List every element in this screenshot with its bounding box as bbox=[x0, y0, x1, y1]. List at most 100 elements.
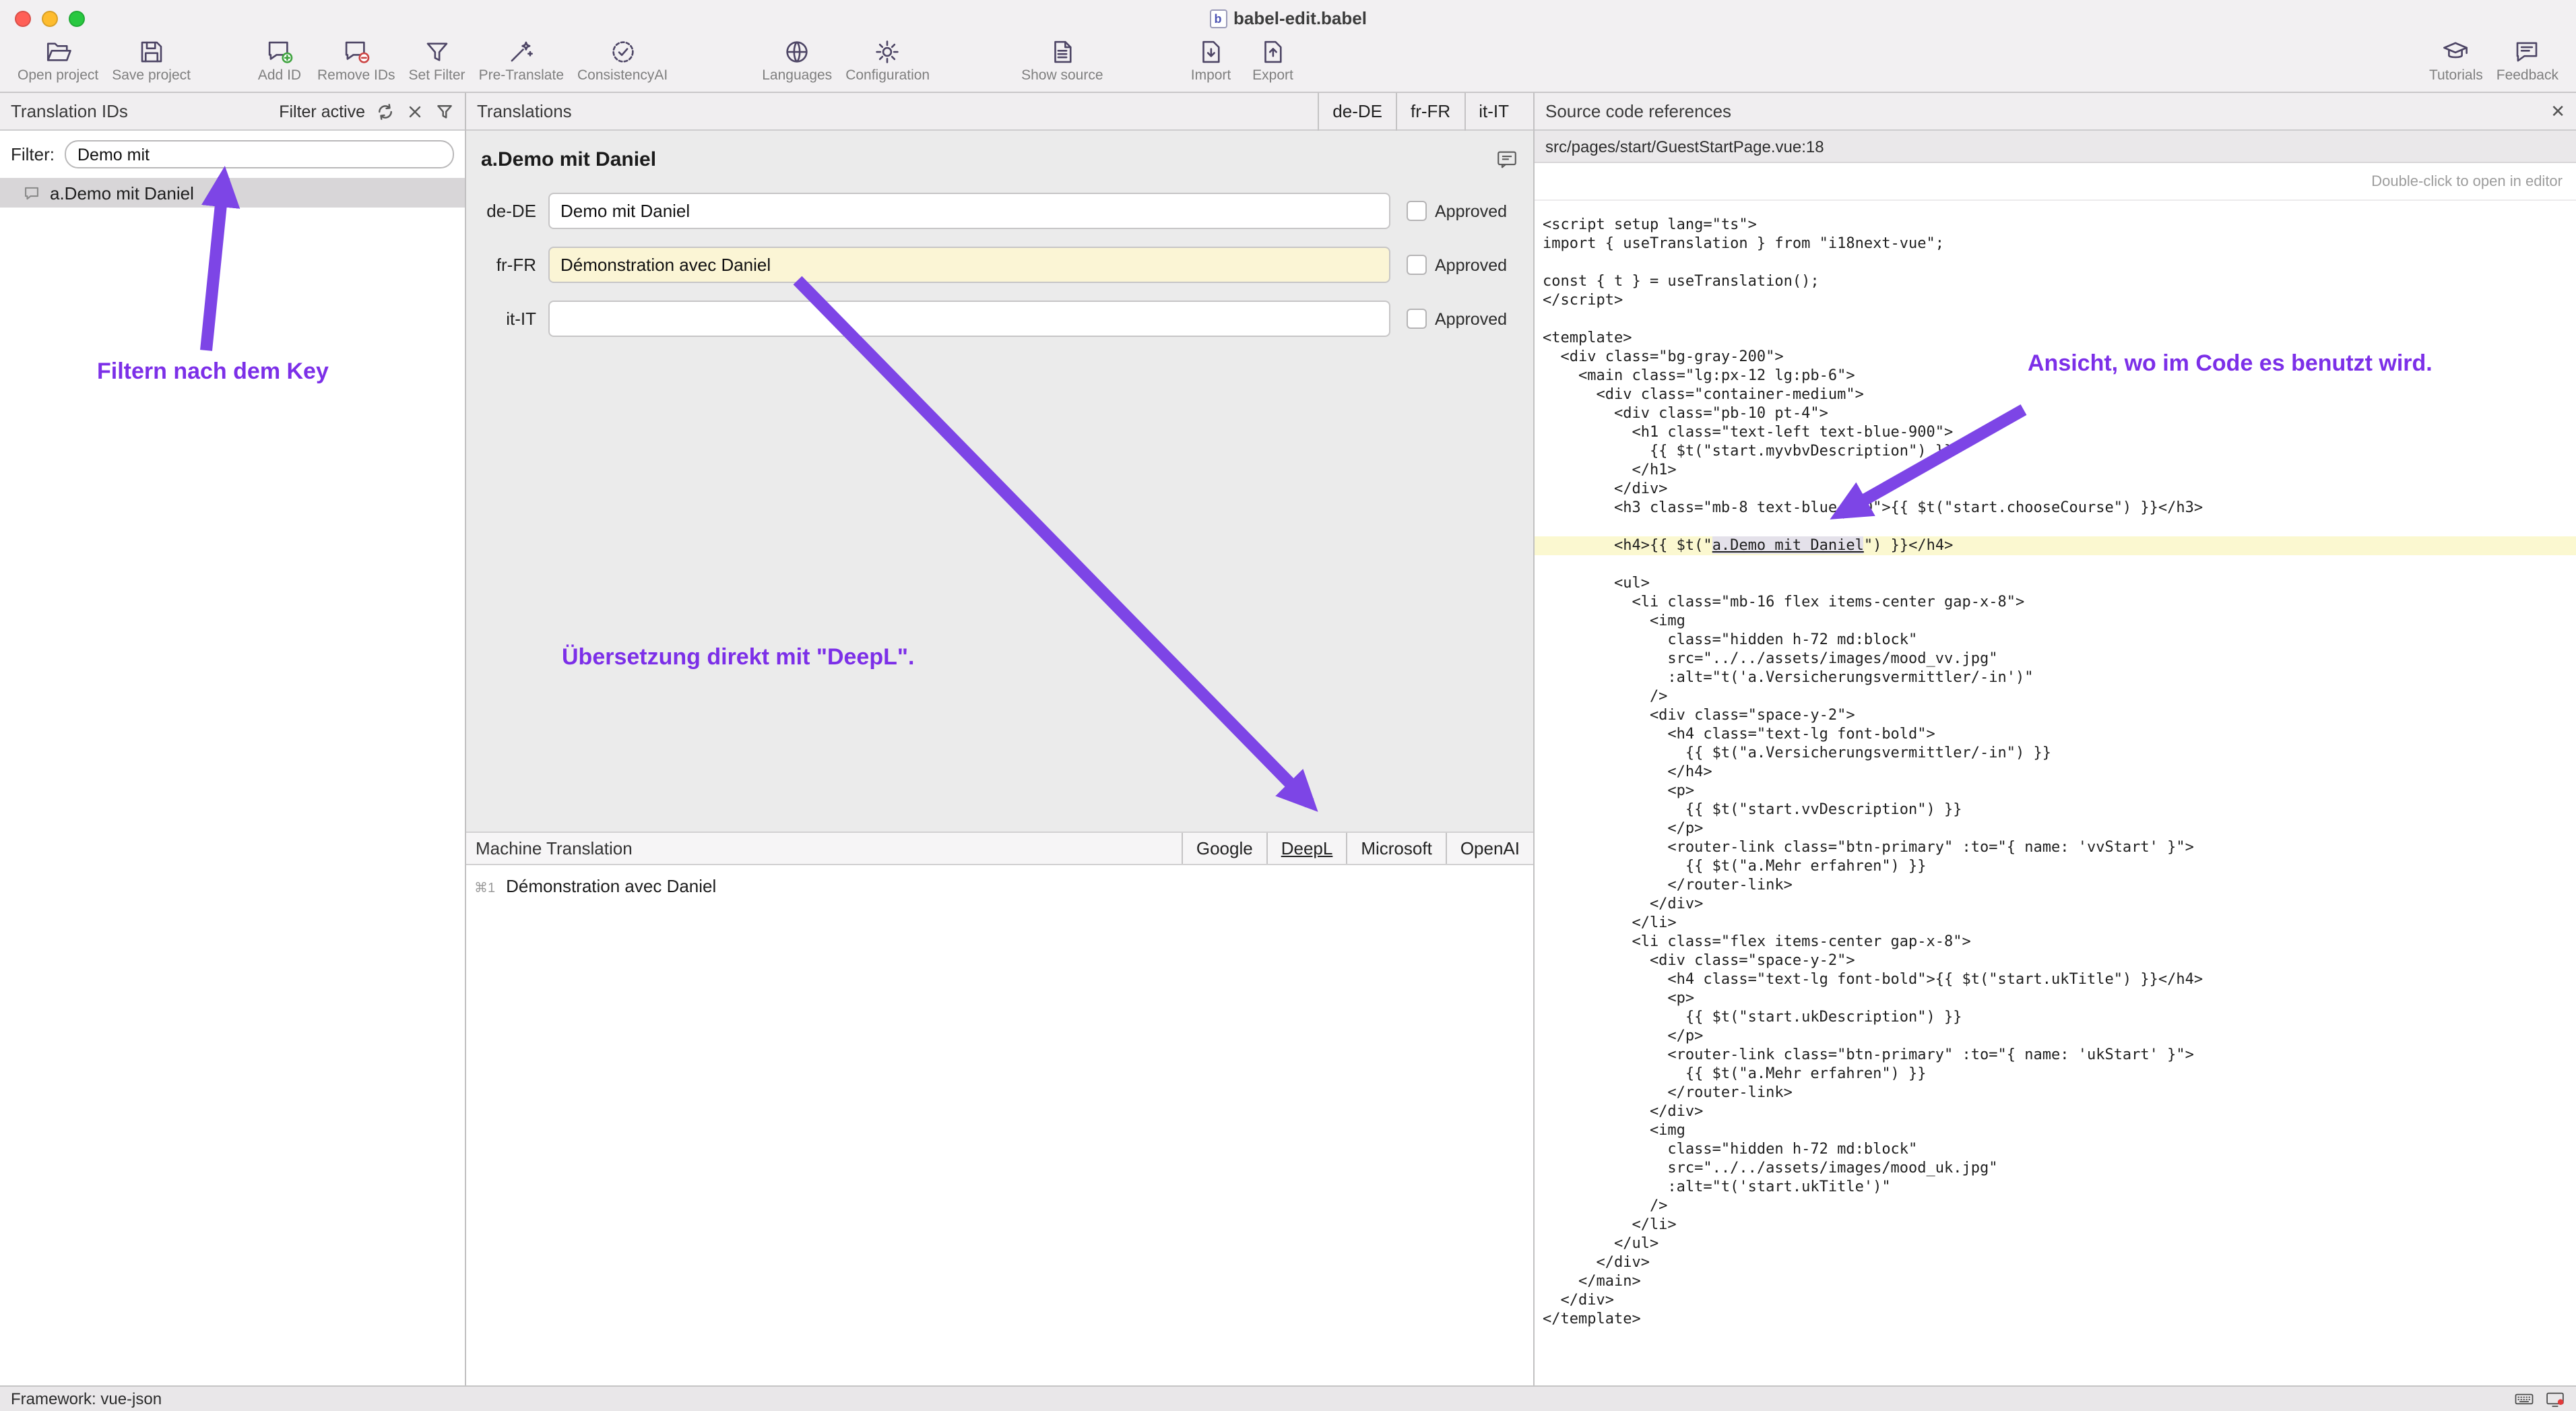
editor-hint-bar: Double-click to open in editor bbox=[1535, 163, 2576, 201]
code-line: <div class="space-y-2"> bbox=[1535, 951, 2576, 970]
code-line: <img bbox=[1535, 1121, 2576, 1140]
comment-icon[interactable] bbox=[1495, 148, 1518, 171]
approved-checkbox-it[interactable] bbox=[1407, 309, 1427, 329]
mt-tab-deepl[interactable]: DeepL bbox=[1266, 833, 1347, 864]
code-line: /> bbox=[1535, 1197, 2576, 1216]
code-line: <div class="bg-gray-200"> bbox=[1535, 348, 2576, 367]
code-line: class="hidden h-72 md:block" bbox=[1535, 1140, 2576, 1159]
mt-tab-microsoft[interactable]: Microsoft bbox=[1346, 833, 1445, 864]
screen-recording-icon[interactable] bbox=[2545, 1389, 2565, 1409]
translation-id-item[interactable]: a.Demo mit Daniel bbox=[0, 178, 465, 208]
source-references-panel: Source code references ✕ src/pages/start… bbox=[1535, 93, 2576, 1385]
code-line: <div class="pb-10 pt-4"> bbox=[1535, 404, 2576, 423]
mt-shortcut-hint: ⌘1 bbox=[474, 881, 495, 896]
toolbar-label: Feedback bbox=[2497, 67, 2558, 84]
pre-translate-button[interactable]: Pre-Translate bbox=[472, 38, 571, 84]
approved-checkbox-de[interactable] bbox=[1407, 201, 1427, 221]
code-line bbox=[1535, 310, 2576, 329]
highlighted-translation-key[interactable]: a.Demo mit Daniel bbox=[1712, 536, 1864, 554]
code-line: </script> bbox=[1535, 291, 2576, 310]
lang-tab-fr[interactable]: fr-FR bbox=[1396, 92, 1464, 130]
machine-translation-body: ⌘1 Démonstration avec Daniel bbox=[466, 865, 1533, 1385]
code-line: </h1> bbox=[1535, 461, 2576, 480]
translation-input-de[interactable] bbox=[548, 193, 1390, 229]
tutorials-button[interactable]: Tutorials bbox=[2422, 38, 2490, 84]
save-project-button[interactable]: Save project bbox=[105, 38, 197, 84]
speech-bubble-icon bbox=[2513, 38, 2542, 66]
document-icon: b bbox=[1209, 9, 1227, 28]
code-line: <template> bbox=[1535, 329, 2576, 348]
toolbar-label: Tutorials bbox=[2429, 67, 2483, 84]
traffic-light-close[interactable] bbox=[15, 10, 31, 26]
code-line: </div> bbox=[1535, 480, 2576, 499]
lang-label: fr-FR bbox=[480, 255, 536, 275]
code-line bbox=[1535, 555, 2576, 574]
filter-input[interactable] bbox=[64, 140, 454, 168]
app-window: b babel-edit.babel Open project Save pro… bbox=[0, 0, 2576, 1411]
toolbar-label: Import bbox=[1191, 67, 1231, 84]
remove-ids-button[interactable]: Remove IDs bbox=[311, 38, 402, 84]
mt-result-row[interactable]: ⌘1 Démonstration avec Daniel bbox=[474, 876, 1525, 896]
clear-filter-icon[interactable] bbox=[406, 102, 424, 121]
code-line: src="../../assets/images/mood_vv.jpg" bbox=[1535, 650, 2576, 668]
translation-input-it[interactable] bbox=[548, 301, 1390, 337]
panel-title: Translations bbox=[477, 101, 572, 121]
open-project-button[interactable]: Open project bbox=[11, 38, 105, 84]
code-line: :alt="t('start.ukTitle')" bbox=[1535, 1178, 2576, 1197]
machine-translation-header: Machine Translation Google DeepL Microso… bbox=[466, 832, 1533, 865]
lang-tab-it[interactable]: it-IT bbox=[1464, 92, 1522, 130]
panel-title: Source code references bbox=[1545, 101, 1731, 121]
toolbar: Open project Save project Add ID Remove … bbox=[0, 36, 2576, 92]
code-line-highlighted: <h4>{{ $t("a.Demo mit Daniel") }}</h4> bbox=[1535, 536, 2576, 555]
toolbar-label: Remove IDs bbox=[317, 67, 395, 84]
code-line: {{ $t("start.myvbvDescription") }} bbox=[1535, 442, 2576, 461]
add-id-icon bbox=[265, 38, 294, 66]
code-line: <div class="space-y-2"> bbox=[1535, 706, 2576, 725]
export-button[interactable]: Export bbox=[1242, 38, 1304, 84]
source-file-reference[interactable]: src/pages/start/GuestStartPage.vue:18 bbox=[1535, 131, 2576, 163]
configuration-button[interactable]: Configuration bbox=[839, 38, 936, 84]
export-icon bbox=[1259, 38, 1287, 66]
toolbar-label: Pre-Translate bbox=[479, 67, 564, 84]
code-line: </p> bbox=[1535, 1027, 2576, 1046]
mt-tab-openai[interactable]: OpenAI bbox=[1446, 833, 1533, 864]
code-line: {{ $t("a.Versicherungsvermittler/-in") }… bbox=[1535, 744, 2576, 763]
keyboard-icon[interactable] bbox=[2514, 1389, 2534, 1409]
approved-checkbox-fr[interactable] bbox=[1407, 255, 1427, 275]
filter-funnel-icon[interactable] bbox=[435, 102, 454, 121]
add-id-button[interactable]: Add ID bbox=[249, 38, 311, 84]
traffic-light-minimize[interactable] bbox=[42, 10, 58, 26]
mt-tab-google[interactable]: Google bbox=[1182, 833, 1266, 864]
code-line: {{ $t("start.vvDescription") }} bbox=[1535, 801, 2576, 819]
panel-title: Translation IDs bbox=[11, 101, 128, 121]
code-line: src="../../assets/images/mood_uk.jpg" bbox=[1535, 1159, 2576, 1178]
code-line: <ul> bbox=[1535, 574, 2576, 593]
code-line: </div> bbox=[1535, 895, 2576, 914]
traffic-light-zoom[interactable] bbox=[69, 10, 85, 26]
consistency-ai-button[interactable]: ConsistencyAI bbox=[571, 38, 674, 84]
set-filter-button[interactable]: Set Filter bbox=[402, 38, 472, 84]
code-line: </div> bbox=[1535, 1291, 2576, 1310]
code-line: <li class="mb-16 flex items-center gap-x… bbox=[1535, 593, 2576, 612]
traffic-lights bbox=[0, 10, 85, 26]
toolbar-label: Save project bbox=[112, 67, 191, 84]
globe-icon bbox=[783, 38, 811, 66]
translation-input-fr[interactable] bbox=[548, 247, 1390, 283]
languages-button[interactable]: Languages bbox=[755, 38, 839, 84]
import-icon bbox=[1197, 38, 1225, 66]
feedback-button[interactable]: Feedback bbox=[2490, 38, 2565, 84]
window-title: babel-edit.babel bbox=[1233, 8, 1367, 28]
filter-label: Filter: bbox=[11, 144, 55, 164]
show-source-button[interactable]: Show source bbox=[1015, 38, 1109, 84]
refresh-icon[interactable] bbox=[376, 102, 395, 121]
approved-label: Approved bbox=[1435, 309, 1507, 328]
import-button[interactable]: Import bbox=[1180, 38, 1242, 84]
code-line: <main class="lg:px-12 lg:pb-6"> bbox=[1535, 367, 2576, 385]
close-icon[interactable]: ✕ bbox=[2550, 102, 2565, 120]
source-code-view[interactable]: <script setup lang="ts">import { useTran… bbox=[1535, 201, 2576, 1385]
lang-tab-de[interactable]: de-DE bbox=[1318, 92, 1396, 130]
code-line: <li class="flex items-center gap-x-8"> bbox=[1535, 933, 2576, 951]
translation-row-it: it-IT Approved bbox=[480, 301, 1524, 337]
source-file-path: src/pages/start/GuestStartPage.vue:18 bbox=[1545, 137, 1824, 156]
code-line: import { useTranslation } from "i18next-… bbox=[1535, 234, 2576, 253]
